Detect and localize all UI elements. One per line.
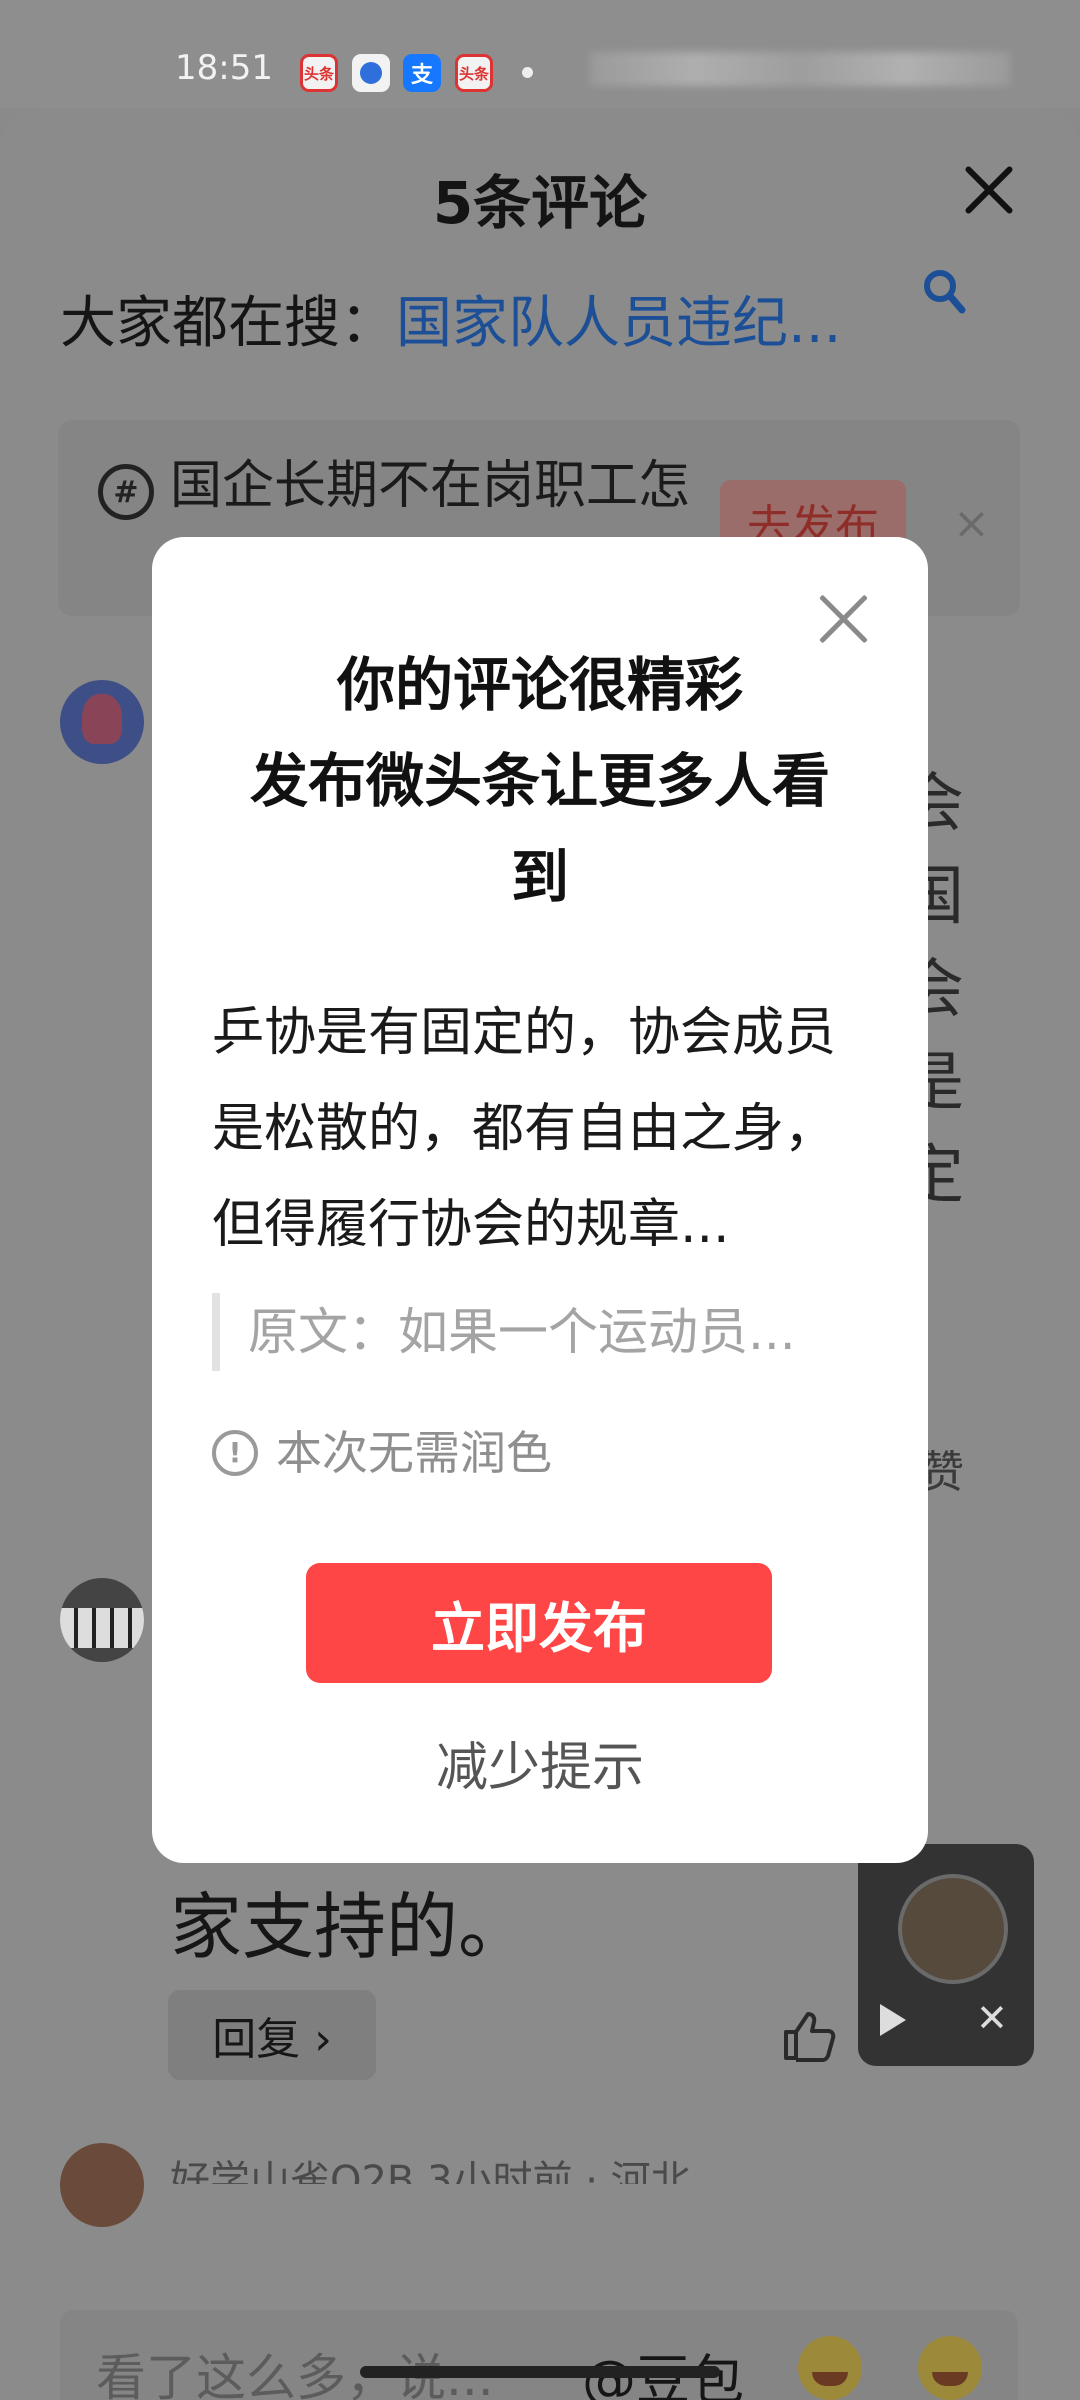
publish-now-button[interactable]: 立即发布 bbox=[306, 1563, 772, 1683]
avatar[interactable] bbox=[60, 2143, 144, 2227]
avatar[interactable] bbox=[60, 1578, 144, 1662]
video-thumbnail[interactable] bbox=[898, 1874, 1008, 1984]
browser-icon bbox=[352, 54, 390, 92]
notification-dot bbox=[522, 67, 533, 78]
trending-search-label: 大家都在搜： bbox=[60, 291, 396, 356]
avatar[interactable] bbox=[60, 680, 144, 764]
dialog-title-line: 发布微头条让更多人看 bbox=[249, 747, 830, 815]
info-icon: ! bbox=[212, 1430, 258, 1476]
polish-hint: ! 本次无需润色 bbox=[212, 1423, 552, 1483]
topic-text: 国企长期不在岗职工怎 bbox=[170, 456, 691, 516]
dialog-title-line: 你的评论很精彩 bbox=[336, 651, 743, 719]
alipay-icon: 支 bbox=[403, 54, 441, 92]
comment-text: 家支持的。 bbox=[170, 1885, 531, 1969]
trending-search[interactable]: 大家都在搜：国家队人员违纪... bbox=[60, 278, 1020, 358]
star-eyes-emoji-icon[interactable] bbox=[918, 2336, 982, 2400]
comment-meta: 好学山雀Q2B 3小时前 · 河北 bbox=[170, 2158, 691, 2184]
play-icon[interactable] bbox=[880, 2004, 906, 2036]
publish-suggestion-dialog: 你的评论很精彩 发布微头条让更多人看 到 乒协是有固定的，协会成员是松散的，都有… bbox=[152, 537, 928, 1863]
hashtag-icon: # bbox=[98, 464, 154, 520]
toutiao-lite-icon: 头条 bbox=[455, 54, 493, 92]
thumbs-up-icon[interactable] bbox=[780, 2006, 838, 2064]
dialog-title-line: 到 bbox=[510, 843, 569, 911]
dialog-title: 你的评论很精彩 发布微头条让更多人看 到 bbox=[192, 637, 888, 925]
laughing-emoji-icon[interactable] bbox=[798, 2336, 862, 2400]
comment-input-bar[interactable]: 看了这么多，说... @豆包 bbox=[60, 2310, 1018, 2400]
home-indicator[interactable] bbox=[360, 2366, 720, 2378]
close-icon[interactable] bbox=[958, 158, 1022, 222]
sheet-title: 5条评论 bbox=[432, 169, 648, 237]
status-time: 18:51 bbox=[175, 48, 273, 88]
reply-button[interactable]: 回复 › bbox=[168, 1990, 376, 2080]
polish-hint-text: 本次无需润色 bbox=[276, 1426, 552, 1480]
toutiao-icon: 头条 bbox=[300, 54, 338, 92]
status-icons-blurred bbox=[590, 52, 1010, 86]
search-icon[interactable] bbox=[920, 268, 966, 318]
reduce-prompts-link[interactable]: 减少提示 bbox=[152, 1725, 928, 1800]
close-video-icon[interactable]: ✕ bbox=[976, 1996, 1008, 2040]
floating-video-player[interactable]: ✕ bbox=[858, 1844, 1034, 2066]
dismiss-topic-icon[interactable]: × bbox=[953, 498, 990, 549]
original-quote: 原文：如果一个运动员... bbox=[212, 1293, 862, 1371]
comment-preview: 乒协是有固定的，协会成员是松散的，都有自由之身，但得履行协会的规章... bbox=[212, 1003, 837, 1255]
trending-search-term[interactable]: 国家队人员违纪... bbox=[396, 291, 841, 356]
status-bar: 18:51 头条 支 头条 bbox=[0, 0, 1080, 108]
